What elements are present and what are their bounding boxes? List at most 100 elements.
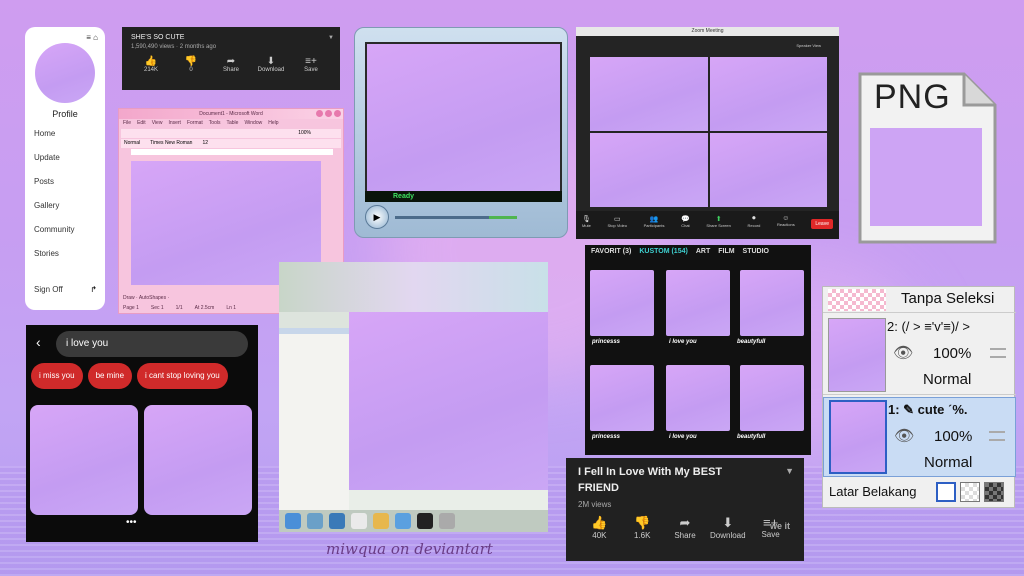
drag-handle-icon[interactable] [990, 348, 1006, 358]
zoom-select[interactable]: 100% [298, 130, 311, 136]
menu-window[interactable]: Window [244, 119, 262, 128]
gallery-tile[interactable] [590, 270, 654, 336]
volume-slider[interactable] [489, 216, 517, 219]
video-tile[interactable] [709, 57, 827, 131]
sign-off-link[interactable]: Sign Off [34, 285, 63, 294]
video-title[interactable]: I Fell In Love With My BEST FRIEND [578, 464, 763, 496]
background-dark-swatch[interactable] [984, 482, 1004, 502]
photo-area[interactable] [349, 312, 548, 490]
terminal-icon[interactable] [417, 513, 433, 529]
layer-opacity[interactable]: 100% [933, 345, 971, 362]
chip-suggestion[interactable]: i miss you [31, 363, 83, 389]
layer-blend-mode[interactable]: Normal [924, 454, 972, 471]
gallery-tile[interactable] [740, 270, 804, 336]
tab-favorit[interactable]: FAVORIT (3) [591, 248, 631, 255]
gallery-tile[interactable] [590, 365, 654, 431]
save-button[interactable]: ≡+ Save [291, 56, 331, 73]
menu-tools[interactable]: Tools [209, 119, 221, 128]
like-button[interactable]: 👍 214K [131, 56, 171, 73]
drag-handle-icon[interactable] [989, 431, 1005, 441]
menu-item-gallery[interactable]: Gallery [34, 201, 105, 225]
close-button[interactable] [334, 110, 341, 117]
app-icon[interactable] [373, 513, 389, 529]
chip-suggestion[interactable]: i cant stop loving you [137, 363, 228, 389]
video-screen[interactable] [365, 42, 562, 202]
layer-blend-mode[interactable]: Normal [923, 371, 971, 388]
more-icon[interactable]: ••• [126, 517, 137, 528]
reactions-button[interactable]: ☺ Reactions [777, 215, 795, 235]
menu-item-update[interactable]: Update [34, 153, 105, 177]
menu-home-icons[interactable]: ≡ ⌂ [86, 33, 98, 42]
font-select[interactable]: Times New Roman [150, 139, 192, 148]
stop-video-button[interactable]: ▭ Stop Video [608, 215, 628, 235]
background-white-swatch[interactable] [936, 482, 956, 502]
menu-insert[interactable]: Insert [168, 119, 181, 128]
result-card[interactable] [144, 405, 252, 515]
video-tile[interactable] [590, 133, 708, 207]
play-button[interactable]: ▶ [365, 205, 389, 229]
result-card[interactable] [30, 405, 138, 515]
gallery-tile[interactable] [666, 270, 730, 336]
app-icon[interactable] [329, 513, 345, 529]
dislike-button[interactable]: 👎 1.6K [621, 515, 664, 540]
app-icon[interactable] [307, 513, 323, 529]
eye-icon[interactable]: 👁 [894, 426, 914, 446]
back-arrow-icon[interactable]: ‹ [36, 334, 41, 350]
menu-file[interactable]: File [123, 119, 131, 128]
menu-edit[interactable]: Edit [137, 119, 146, 128]
layer-row-selection[interactable]: Tanpa Seleksi [823, 287, 1016, 313]
video-tile[interactable] [709, 133, 827, 207]
png-file-icon[interactable]: PNG [856, 70, 999, 246]
search-input[interactable]: i love you [56, 331, 248, 357]
layer-row[interactable]: 2: (/ ˃ ≡'v'≡)/ ˃ 👁 100% Normal [823, 315, 1016, 395]
chat-button[interactable]: 💬 Chat [681, 215, 690, 235]
sidebar-item[interactable] [279, 358, 349, 364]
finder-toolbar[interactable] [279, 312, 349, 328]
speaker-view-button[interactable]: Speaker View [796, 43, 821, 48]
video-title[interactable]: SHE'S SO CUTE [131, 34, 331, 41]
dislike-button[interactable]: 👎 0 [171, 56, 211, 73]
share-screen-button[interactable]: ⬆ Share Screen [706, 215, 730, 235]
gallery-tile[interactable] [740, 365, 804, 431]
maximize-button[interactable] [325, 110, 332, 117]
menu-format[interactable]: Format [187, 119, 203, 128]
size-select[interactable]: 12 [202, 139, 208, 148]
finder-icon[interactable] [285, 513, 301, 529]
download-button[interactable]: ⬇ Download [706, 515, 749, 540]
ruler[interactable] [131, 149, 333, 155]
share-button[interactable]: ➦ Share [211, 56, 251, 73]
download-button[interactable]: ⬇ Download [251, 56, 291, 73]
app-icon[interactable] [351, 513, 367, 529]
tab-kustom[interactable]: KUSTOM (154) [639, 248, 688, 255]
menu-view[interactable]: View [152, 119, 163, 128]
participants-button[interactable]: 👥 Participants [644, 215, 665, 235]
minimize-button[interactable] [316, 110, 323, 117]
layer-row-selected[interactable]: 1: ✎ cute ˊ%. 👁 100% Normal [823, 397, 1016, 477]
eye-icon[interactable]: 👁 [893, 343, 913, 363]
like-button[interactable]: 👍 40K [578, 515, 621, 540]
layer-opacity[interactable]: 100% [934, 428, 972, 445]
menu-item-home[interactable]: Home [34, 129, 105, 153]
menu-item-stories[interactable]: Stories [34, 249, 105, 273]
chevron-down-icon[interactable]: ▼ [328, 35, 334, 41]
tab-art[interactable]: ART [696, 248, 710, 255]
share-arrow-icon[interactable]: ↱ [90, 285, 97, 294]
leave-button[interactable]: Leave [811, 219, 833, 229]
chevron-down-icon[interactable]: ▼ [785, 466, 794, 476]
record-button[interactable]: ⏺ Record [747, 215, 760, 235]
share-button[interactable]: ➦ Share [664, 515, 707, 540]
app-icon[interactable] [439, 513, 455, 529]
chip-suggestion[interactable]: be mine [87, 363, 133, 389]
tab-film[interactable]: FILM [718, 248, 734, 255]
menu-item-posts[interactable]: Posts [34, 177, 105, 201]
app-icon[interactable] [395, 513, 411, 529]
standard-toolbar[interactable]: 100% [121, 129, 341, 138]
avatar[interactable] [35, 43, 95, 103]
style-select[interactable]: Normal [124, 139, 140, 148]
menu-table[interactable]: Table [226, 119, 238, 128]
menu-help[interactable]: Help [268, 119, 278, 128]
menu-item-community[interactable]: Community [34, 225, 105, 249]
video-tile[interactable] [590, 57, 708, 131]
tab-studio[interactable]: STUDIO [743, 248, 769, 255]
background-transparent-swatch[interactable] [960, 482, 980, 502]
